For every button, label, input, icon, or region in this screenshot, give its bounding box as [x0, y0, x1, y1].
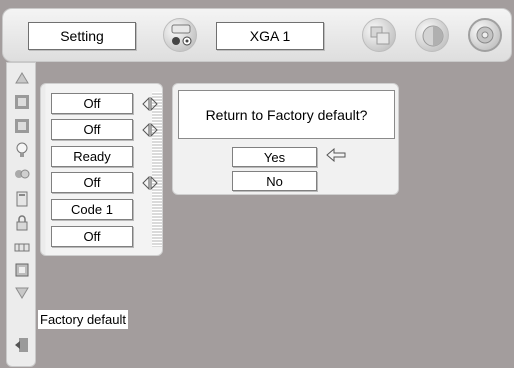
yes-button[interactable]: Yes [232, 147, 317, 167]
value-box[interactable]: Off [51, 93, 133, 114]
lock-icon[interactable] [14, 215, 30, 231]
scroll-up-icon[interactable] [14, 70, 30, 86]
ceiling-icon[interactable] [14, 118, 30, 134]
lamp-icon[interactable] [14, 142, 30, 158]
value-box[interactable]: Ready [51, 146, 133, 167]
computer-input-icon[interactable] [163, 18, 197, 52]
item-tooltip: Factory default [38, 310, 128, 329]
panel-stripes [152, 92, 162, 247]
remote-control-icon[interactable] [14, 191, 30, 207]
value-box[interactable]: Off [51, 119, 133, 140]
value-box[interactable]: Off [51, 226, 133, 247]
factory-default-dialog: Return to Factory default? Yes No [172, 83, 399, 195]
settings-values-panel: Off Off Ready Off Code 1 Off [40, 83, 163, 256]
selection-pointer-icon [326, 148, 346, 162]
fan-icon[interactable] [14, 166, 30, 182]
left-right-arrows-icon[interactable] [140, 123, 160, 137]
input-source-display: XGA 1 [216, 22, 324, 50]
menu-bar: Setting XGA 1 [2, 8, 512, 62]
settings-menu-sidebar [6, 62, 36, 367]
pc-adjust-icon[interactable] [362, 18, 396, 52]
scroll-down-icon[interactable] [14, 285, 30, 301]
dialog-prompt: Return to Factory default? [178, 90, 395, 139]
factory-default-icon[interactable] [14, 262, 30, 278]
menu-title: Setting [28, 22, 136, 50]
image-adjust-icon[interactable] [415, 18, 449, 52]
filter-icon[interactable] [14, 239, 30, 255]
exit-icon[interactable] [14, 337, 30, 353]
left-right-arrows-icon[interactable] [140, 97, 160, 111]
left-right-arrows-icon[interactable] [140, 176, 160, 190]
setting-icon[interactable] [468, 18, 502, 52]
value-box[interactable]: Off [51, 172, 133, 193]
keystone-icon[interactable] [14, 94, 30, 110]
no-button[interactable]: No [232, 171, 317, 191]
value-box[interactable]: Code 1 [51, 199, 133, 220]
